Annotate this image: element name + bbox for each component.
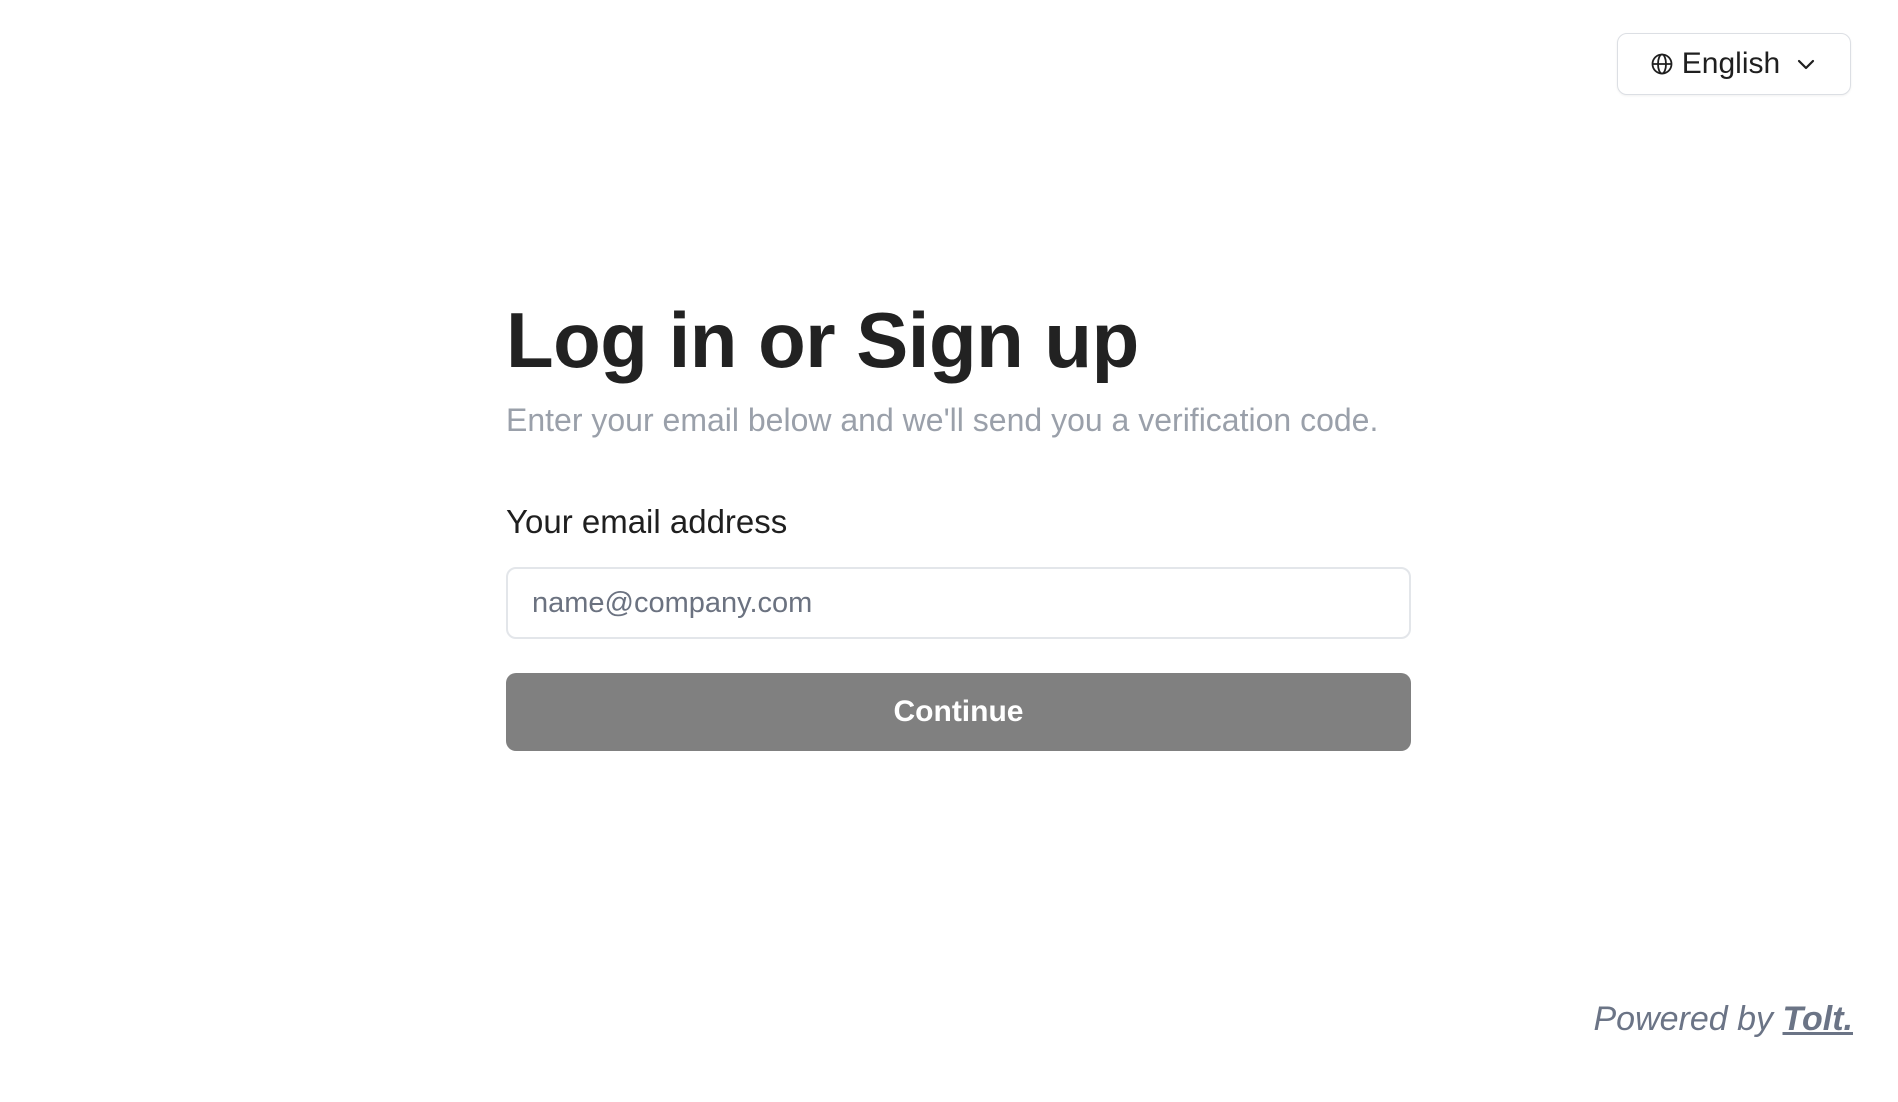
email-field[interactable] bbox=[506, 567, 1411, 640]
page-subtitle: Enter your email below and we'll send yo… bbox=[506, 401, 1379, 438]
language-selector-button[interactable]: English bbox=[1617, 33, 1851, 95]
language-label: English bbox=[1681, 47, 1781, 80]
powered-by-text: Powered by bbox=[1593, 1000, 1774, 1038]
chevron-down-icon bbox=[1794, 52, 1818, 76]
powered-by-footer: Powered by Tolt. bbox=[1594, 1000, 1854, 1039]
auth-form: Log in or Sign up Enter your email below… bbox=[506, 296, 1411, 752]
email-field-label: Your email address bbox=[506, 502, 788, 540]
tolt-brand-link[interactable]: Tolt. bbox=[1783, 1000, 1854, 1038]
page-title: Log in or Sign up bbox=[506, 296, 1139, 384]
login-page: English Log in or Sign up Enter your ema… bbox=[0, 0, 1898, 1102]
globe-icon bbox=[1650, 52, 1674, 76]
continue-button[interactable]: Continue bbox=[506, 673, 1411, 752]
